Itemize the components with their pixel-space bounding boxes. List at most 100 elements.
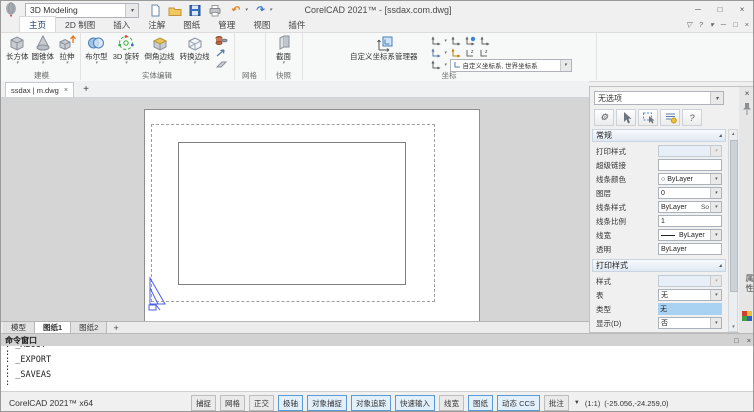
cone-button[interactable]: 圆锥体 ▾ [32,34,55,66]
close-icon[interactable]: × [64,87,68,94]
etrack-toggle[interactable]: 对象追踪 [351,395,391,411]
chevron-down-icon[interactable]: ▾ [282,61,285,66]
quick-select-icon[interactable] [660,109,680,126]
chevron-down-icon[interactable]: ▾ [95,61,98,66]
rotate-3d-button[interactable]: 3D 旋转 ▾ [113,34,140,70]
command-prompt[interactable]: : [5,380,751,388]
command-history[interactable]: : _ABOUT : : _EXPORT : : _SAVEAS : [1,346,754,391]
sheet-toggle[interactable]: 图纸 [468,395,493,411]
ccs-axis-globe-icon[interactable] [464,36,476,47]
section-button[interactable]: 截面 ▾ [274,34,294,66]
tab-insert[interactable]: 插入 [104,17,139,32]
eraser-icon[interactable] [215,59,229,70]
command-window-header[interactable]: 命令窗口 □ × [1,333,754,346]
ccs-axis-icon[interactable] [450,36,461,47]
tab-model[interactable]: 模型 [3,322,35,333]
settings-gear-icon[interactable]: ⚙ [594,109,614,126]
box-select-icon[interactable] [638,109,658,126]
add-layout-button[interactable]: + [107,322,124,333]
properties-side-tab[interactable]: 属性 [739,267,754,301]
save-icon[interactable] [187,3,203,17]
scrollbar-thumb[interactable] [730,140,738,292]
boolean-button[interactable]: 布尔型 ▾ [85,34,108,70]
new-document-icon[interactable] [147,3,163,17]
push-arrow-icon[interactable] [215,47,229,58]
help-icon[interactable]: ? [699,20,703,29]
polar-toggle[interactable]: 极轴 [278,395,303,411]
layer-combo[interactable]: 0 ▾ [658,187,722,199]
tab-sheet2[interactable]: 图纸2 [71,322,107,333]
document-tab[interactable]: ssdax | m.dwg × [5,82,74,97]
chamfer-edges-button[interactable]: 倒角边线 ▾ [145,34,175,70]
mdi-minimize-icon[interactable]: ─ [721,20,726,29]
minimize-button[interactable]: ─ [687,1,709,17]
table-combo[interactable]: 无 ▾ [658,289,722,301]
pin-icon[interactable] [742,102,752,116]
convert-edges-button[interactable]: 转换边线 ▾ [180,34,210,70]
tab-home[interactable]: 主页 [19,16,56,32]
select-cursor-icon[interactable] [616,109,636,126]
palette-colors-icon[interactable] [742,311,752,321]
close-icon[interactable]: × [747,336,751,345]
ccs-axis-icon[interactable] [430,60,441,71]
chevron-down-icon[interactable]: ▾ [444,62,447,68]
ccs-axis-icon[interactable] [430,48,441,59]
chevron-down-icon[interactable]: ▾ [444,38,447,44]
tab-manage[interactable]: 管理 [209,17,244,32]
ccs-axis-z-icon[interactable]: z [478,48,489,59]
scroll-down-icon[interactable]: ▾ [729,324,737,330]
ccs-axis-icon[interactable] [450,48,461,59]
quick-input-toggle[interactable]: 快速输入 [395,395,435,411]
ccs-axis-icon[interactable] [479,36,490,47]
annotation-dropdown-icon[interactable]: ▼ [574,400,580,406]
properties-scrollbar[interactable]: ▴ ▾ [728,129,738,332]
dynamic-ccs-toggle[interactable]: 动态 CCS [497,395,540,411]
scroll-up-icon[interactable]: ▴ [729,131,737,137]
annotation-scale-value[interactable]: (1:1) [585,399,600,408]
section-header-print-style[interactable]: 打印样式 ▴ [592,259,726,272]
chevron-down-icon[interactable]: ▾ [444,50,447,56]
ccs-axis-z-icon[interactable]: z [464,48,475,59]
box-button[interactable]: 长方体 ▾ [6,34,29,66]
chevron-down-icon[interactable]: ▾ [193,61,196,66]
display-combo[interactable]: 否 ▾ [658,317,722,329]
tab-2d-drafting[interactable]: 2D 制图 [56,17,104,32]
lineweight-toggle[interactable]: 线宽 [439,395,464,411]
section-header-general[interactable]: 常规 ▴ [592,129,726,142]
ribbon-collapse-icon[interactable]: ▽ [686,20,692,29]
redo-button[interactable]: ↷ [252,3,268,17]
redo-dropdown-icon[interactable]: ▾ [270,7,273,13]
undo-button[interactable]: ↶ [227,3,243,17]
tab-sheet1[interactable]: 图纸1 [35,322,71,333]
grid-toggle[interactable]: 网格 [220,395,245,411]
chevron-down-icon[interactable]: ▾ [158,61,161,66]
new-tab-button[interactable]: + [78,82,94,97]
layout-viewport-rectangle[interactable] [178,142,406,285]
chevron-down-icon[interactable]: ▾ [66,61,69,66]
tab-view[interactable]: 视图 [244,17,279,32]
ccs-axis-icon[interactable] [430,36,441,47]
help-icon[interactable]: ? [682,109,702,126]
chevron-down-icon[interactable]: ▾ [41,61,44,66]
esnap-toggle[interactable]: 对象捕捉 [307,395,347,411]
undo-dropdown-icon[interactable]: ▾ [245,7,248,13]
tab-addins[interactable]: 插件 [279,17,314,32]
annotation-toggle[interactable]: 批注 [544,395,569,411]
hyperlink-input[interactable] [658,159,722,171]
ortho-toggle[interactable]: 正交 [249,395,274,411]
extrude-button[interactable]: 拉伸 ▾ [57,34,77,66]
palette-close-icon[interactable]: × [739,89,754,98]
restore-button[interactable]: □ [709,1,731,17]
print-icon[interactable] [207,3,223,17]
transparency-input[interactable]: ByLayer [658,243,722,255]
mdi-close-icon[interactable]: × [745,20,749,29]
snap-toggle[interactable]: 捕捉 [191,395,216,411]
drawing-canvas[interactable] [1,98,589,321]
open-file-icon[interactable] [167,3,183,17]
cylinders-icon[interactable] [215,35,229,46]
selection-filter-combo[interactable]: 无选项 ▾ [594,91,724,105]
ccs-manager-button[interactable]: 自定义坐标系管理器 [350,34,418,61]
mdi-restore-icon[interactable]: □ [733,20,738,29]
line-style-combo[interactable]: ByLayer So ▾ [658,201,722,213]
line-weight-combo[interactable]: ByLayer ▾ [658,229,722,241]
